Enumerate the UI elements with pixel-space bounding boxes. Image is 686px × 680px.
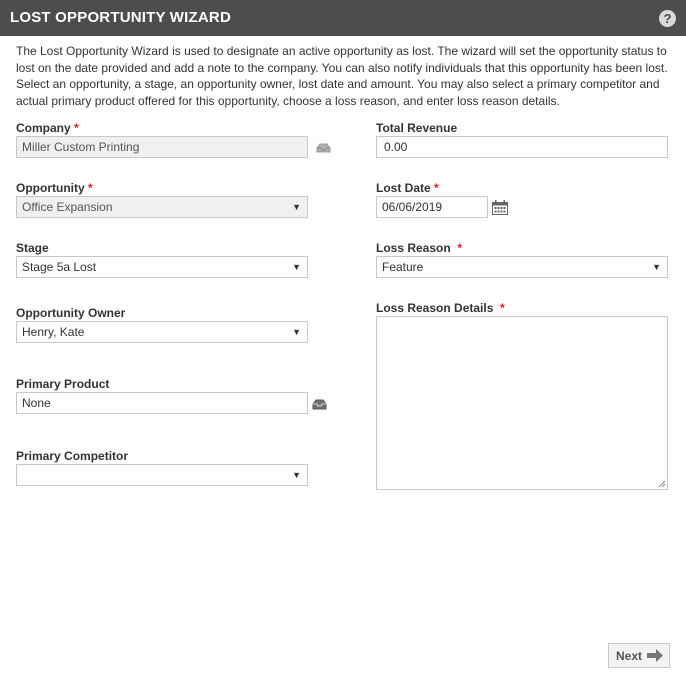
wizard-description: The Lost Opportunity Wizard is used to d… xyxy=(16,44,668,108)
required-marker: * xyxy=(88,181,93,195)
stage-label: Stage xyxy=(16,241,49,255)
chevron-down-icon: ▼ xyxy=(292,327,301,337)
wizard-title: LOST OPPORTUNITY WIZARD xyxy=(10,9,231,26)
required-marker: * xyxy=(457,241,463,255)
loss-reason-details-label: Loss Reason Details * xyxy=(376,301,505,315)
required-marker: * xyxy=(500,301,505,315)
required-marker: * xyxy=(434,181,439,195)
total-revenue-label: Total Revenue xyxy=(376,121,458,135)
primary-competitor-select[interactable]: ▼ xyxy=(16,464,308,486)
loss-reason-value: Feature xyxy=(382,260,424,274)
required-marker: * xyxy=(74,121,79,135)
lookup-tray-icon[interactable] xyxy=(316,143,331,153)
opportunity-owner-label: Opportunity Owner xyxy=(16,306,126,320)
next-button-label: Next xyxy=(616,649,643,663)
primary-competitor-label: Primary Competitor xyxy=(16,449,129,463)
lost-date-input[interactable]: 06/06/2019 xyxy=(376,196,488,218)
opportunity-owner-value: Henry, Kate xyxy=(22,325,85,339)
lost-date-label: Lost Date * xyxy=(376,181,439,195)
calendar-icon[interactable] xyxy=(492,200,508,215)
arrow-right-icon xyxy=(647,649,663,662)
stage-select[interactable]: Stage 5a Lost ▼ xyxy=(16,256,308,278)
company-field: Miller Custom Printing xyxy=(16,136,308,158)
opportunity-value: Office Expansion xyxy=(22,200,113,214)
lookup-tray-icon[interactable] xyxy=(312,399,327,410)
stage-value: Stage 5a Lost xyxy=(22,260,97,274)
wizard-header: LOST OPPORTUNITY WIZARD ? xyxy=(0,0,686,36)
opportunity-owner-select[interactable]: Henry, Kate ▼ xyxy=(16,321,308,343)
chevron-down-icon: ▼ xyxy=(292,470,301,480)
opportunity-select[interactable]: Office Expansion ▼ xyxy=(16,196,308,218)
help-icon[interactable]: ? xyxy=(659,10,676,27)
next-button[interactable]: Next xyxy=(608,643,670,668)
chevron-down-icon: ▼ xyxy=(292,262,301,272)
loss-reason-select[interactable]: Feature ▼ xyxy=(376,256,668,278)
total-revenue-input[interactable]: 0.00 xyxy=(376,136,668,158)
primary-product-field[interactable]: None xyxy=(16,392,308,414)
opportunity-label: Opportunity * xyxy=(16,181,93,195)
primary-product-label: Primary Product xyxy=(16,377,110,391)
loss-reason-details-textarea[interactable] xyxy=(376,316,668,490)
chevron-down-icon: ▼ xyxy=(292,202,301,212)
resize-handle-icon[interactable] xyxy=(658,480,666,488)
chevron-down-icon: ▼ xyxy=(652,262,661,272)
loss-reason-label: Loss Reason * xyxy=(376,241,463,255)
company-label: Company * xyxy=(16,121,79,135)
